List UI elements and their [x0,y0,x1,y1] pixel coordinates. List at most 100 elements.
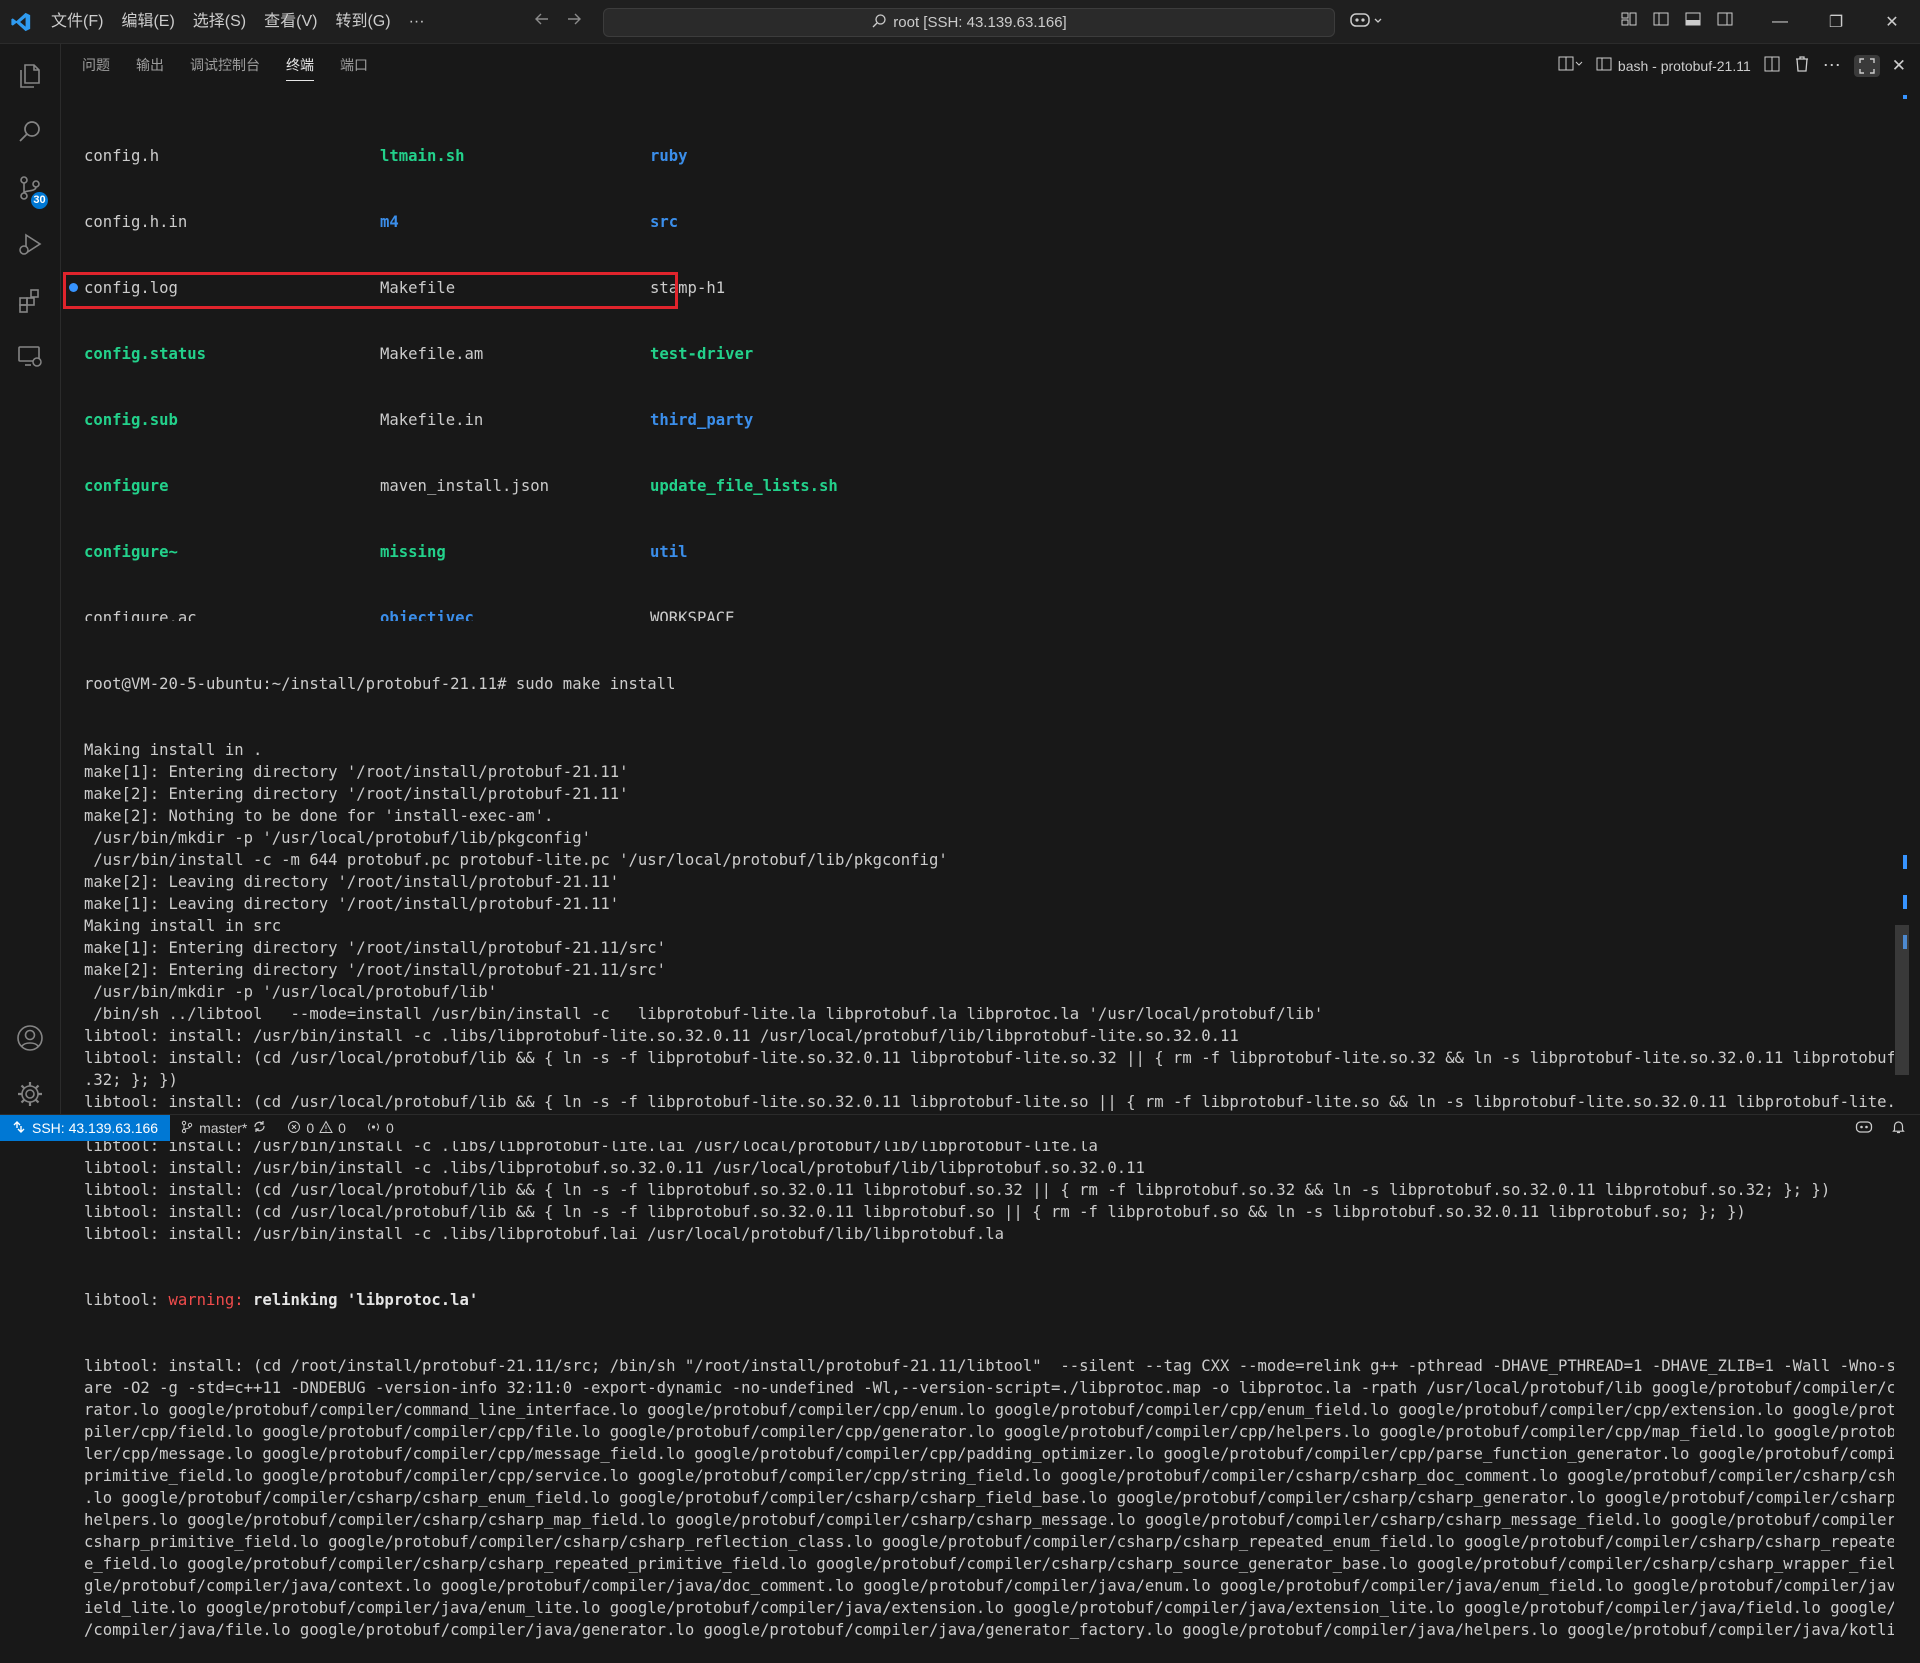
branch-name: master* [199,1120,248,1136]
toggle-primary-sidebar-icon[interactable] [1652,10,1670,33]
copilot-status-icon[interactable] [1855,1119,1873,1137]
trash-icon[interactable] [1793,55,1811,76]
menu-go[interactable]: 转到(G) [326,0,399,43]
listing-cell: m4 [380,213,399,231]
git-branch[interactable]: master* [170,1119,277,1137]
listing-cell: ltmain.sh [380,147,465,165]
terminal-line: primitive_field.lo google/protobuf/compi… [84,1467,1894,1485]
panel-header: 问题 输出 调试控制台 终端 端口 bash - protobuf-21.11 … [61,44,1920,87]
terminal-line: libtool: install: (cd /usr/local/protobu… [84,1203,1746,1221]
listing-cell: configure.ac [84,609,197,621]
copilot-button[interactable] [1349,10,1383,33]
listing-row: config.sub Makefile.in third_party [84,409,1894,431]
menu-selection[interactable]: 选择(S) [184,0,255,43]
terminal-line: make[2]: Nothing to be done for 'install… [84,807,554,825]
command-center-label: root [SSH: 43.139.63.166] [893,14,1067,31]
listing-cell: util [650,543,688,561]
back-arrow-icon[interactable] [533,10,551,33]
tab-output[interactable]: 输出 [123,44,177,87]
terminal-scrollbar[interactable] [1895,95,1909,1100]
terminal-line: make[1]: Leaving directory '/root/instal… [84,895,620,913]
remote-label: SSH: 43.139.63.166 [32,1120,159,1136]
customize-layout-icon[interactable] [1620,10,1638,33]
terminal-line: libtool: install: /usr/bin/install -c .l… [84,1225,1005,1243]
problems-indicator[interactable]: 0 0 [277,1119,356,1137]
terminal-line: /usr/bin/install -c -m 644 protobuf.pc p… [84,851,948,869]
split-terminal-icon[interactable] [1763,55,1781,76]
terminal-line: make[2]: Entering directory '/root/insta… [84,785,629,803]
listing-row: configure.ac objectivec WORKSPACE [84,607,1894,621]
listing-row: config.status Makefile.am test-driver [84,343,1894,365]
terminal-line: Making install in . [84,741,263,759]
menu-view[interactable]: 查看(V) [255,0,326,43]
menu-edit[interactable]: 编辑(E) [112,0,183,43]
source-control-icon[interactable]: 30 [0,160,60,216]
copilot-icon [1349,10,1371,33]
warning-count: 0 [338,1120,346,1136]
sync-icon[interactable] [252,1119,267,1137]
maximize-panel-icon[interactable] [1853,54,1880,77]
terminal-line: libtool: install: (cd /usr/local/protobu… [84,1093,1894,1111]
tab-terminal[interactable]: 终端 [273,44,327,87]
remote-explorer-icon[interactable] [0,328,60,384]
listing-cell: configure~ [84,543,178,561]
extensions-icon[interactable] [0,272,60,328]
forward-arrow-icon[interactable] [565,10,583,33]
terminal-line: ield_lite.lo google/protobuf/compiler/ja… [84,1599,1894,1617]
explorer-icon[interactable] [0,48,60,104]
toggle-panel-icon[interactable] [1684,10,1702,33]
tab-ports[interactable]: 端口 [327,44,381,87]
terminal-line: piler/cpp/field.lo google/protobuf/compi… [84,1423,1894,1441]
source-control-badge: 30 [31,192,48,209]
status-bar: SSH: 43.139.63.166 master* 0 0 0 [0,1114,1920,1141]
restore-icon[interactable]: ❐ [1808,0,1864,43]
error-count: 0 [306,1120,315,1136]
menu-more[interactable]: ··· [400,0,434,43]
output-block-a: Making install in . make[1]: Entering dir… [84,739,1894,1245]
terminal-line: rator.lo google/protobuf/compiler/comman… [84,1401,1894,1419]
terminal-instance[interactable]: bash - protobuf-21.11 [1596,56,1751,75]
terminal-icon [1596,56,1612,75]
warning-prefix: libtool: [84,1291,169,1309]
close-panel-icon[interactable]: ✕ [1892,56,1906,76]
run-debug-icon[interactable] [0,216,60,272]
menu-file[interactable]: 文件(F) [42,0,112,43]
terminal-line: are -O2 -g -std=c++11 -DNDEBUG -version-… [84,1379,1894,1397]
scrollbar-marker [1903,895,1907,909]
listing-cell: objectivec [380,609,474,621]
listing-cell: maven_install.json [380,477,549,495]
more-actions-icon[interactable]: ⋯ [1823,55,1842,76]
output-block-b: libtool: install: (cd /root/install/prot… [84,1355,1894,1641]
new-terminal-split-icon[interactable] [1558,55,1584,76]
tab-debug-console[interactable]: 调试控制台 [177,44,273,87]
minimize-icon[interactable]: — [1752,0,1808,43]
remote-indicator[interactable]: SSH: 43.139.63.166 [0,1115,171,1141]
search-sidebar-icon[interactable] [0,104,60,160]
tab-problems[interactable]: 问题 [69,44,123,87]
title-bar: 文件(F) 编辑(E) 选择(S) 查看(V) 转到(G) ··· root [… [0,0,1920,44]
terminal-line: csharp_primitive_field.lo google/protobu… [84,1533,1894,1551]
scrollbar-thumb[interactable] [1895,925,1909,1075]
warning-message: relinking 'libprotoc.la' [243,1291,479,1309]
terminal-output[interactable]: config.h ltmain.sh ruby config.h.in m4 src c… [84,101,1894,1663]
scrollbar-marker [1903,855,1907,869]
listing-cell: config.sub [84,411,178,429]
error-icon [287,1120,301,1137]
command-center[interactable]: root [SSH: 43.139.63.166] [603,8,1335,37]
terminal-line: make[2]: Leaving directory '/root/instal… [84,873,620,891]
accounts-icon[interactable] [0,1010,60,1066]
terminal-line: /bin/sh ../libtool --mode=install /usr/b… [84,1005,1324,1023]
notifications-bell-icon[interactable] [1891,1119,1906,1137]
terminal-line: e_field.lo google/protobuf/compiler/csha… [84,1555,1894,1573]
ports-indicator[interactable]: 0 [356,1120,404,1137]
terminal-line: make[2]: Entering directory '/root/insta… [84,961,667,979]
warning-line: libtool: warning: relinking 'libprotoc.l… [84,1289,1894,1311]
ports-count: 0 [385,1120,394,1136]
close-window-icon[interactable]: ✕ [1864,0,1920,43]
terminal-line: ler/cpp/message.lo google/protobuf/compi… [84,1445,1894,1463]
terminal-line: Making install in src [84,917,282,935]
toggle-secondary-sidebar-icon[interactable] [1716,10,1734,33]
listing-cell: Makefile.in [380,411,484,429]
listing-cell: configure [84,477,169,495]
terminal-line: libtool: install: (cd /root/install/prot… [84,1357,1894,1375]
